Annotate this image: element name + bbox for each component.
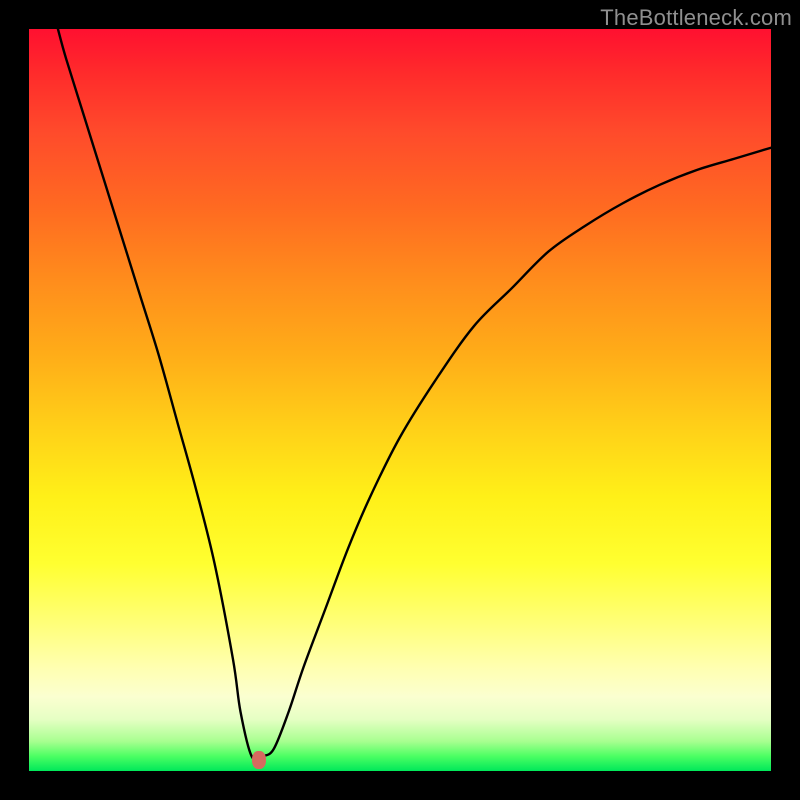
bottleneck-curve (29, 29, 771, 771)
optimal-point-marker (252, 751, 266, 769)
watermark-text: TheBottleneck.com (600, 5, 792, 31)
chart-plot-area (29, 29, 771, 771)
chart-frame: TheBottleneck.com (0, 0, 800, 800)
